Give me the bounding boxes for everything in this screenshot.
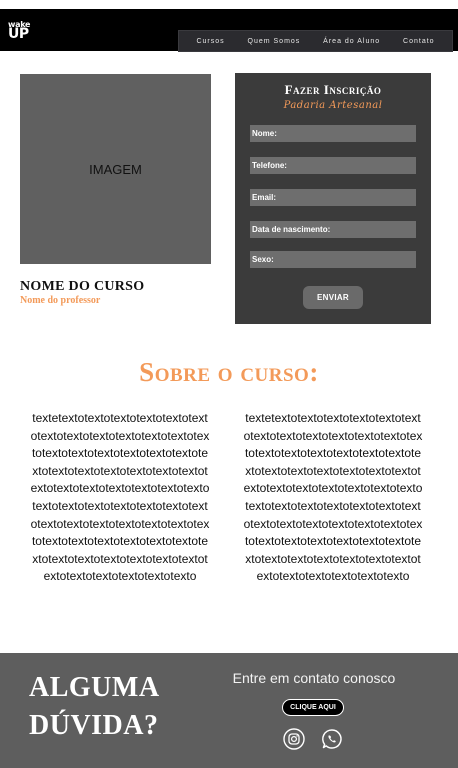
site-footer: ALGUMA DÚVIDA? Entre em contato conosco … [0, 653, 458, 768]
registration-form: Fazer Inscrição Padaria Artesanal Nome: … [235, 73, 431, 324]
site-header: wake UP Cursos Quem Somos Área do Aluno … [0, 9, 458, 52]
footer-question: ALGUMA DÚVIDA? [29, 669, 160, 745]
email-field[interactable]: Email: [250, 189, 416, 206]
phone-field[interactable]: Telefone: [250, 157, 416, 174]
logo-word-up: UP [8, 25, 29, 42]
contact-button[interactable]: CLIQUE AQUI [282, 699, 344, 716]
nav-link-contato[interactable]: Contato [403, 38, 435, 45]
main-nav: Cursos Quem Somos Área do Aluno Contato [178, 30, 453, 52]
nav-link-quem-somos[interactable]: Quem Somos [248, 38, 301, 45]
gender-field[interactable]: Sexo: [250, 251, 416, 268]
form-subtitle: Padaria Artesanal [283, 100, 383, 111]
about-title: Sobre o curso: [139, 357, 319, 387]
instagram-icon[interactable] [283, 728, 305, 750]
footer-question-line2: DÚVIDA? [29, 710, 159, 741]
form-title: Fazer Inscrição [284, 82, 382, 97]
top-strip [0, 0, 458, 9]
send-button[interactable]: ENVIAR [303, 286, 363, 309]
about-text-right: textetextotextotextotextotextotextotexto… [243, 411, 423, 584]
course-image-placeholder: IMAGEM [20, 74, 211, 264]
professor-name: Nome do professor [20, 295, 101, 306]
contact-title: Entre em contato conosco [232, 670, 396, 686]
footer-question-line1: ALGUMA [29, 672, 160, 703]
about-text-left: textetextotextotextotextotextotextotexto… [30, 411, 210, 584]
nav-link-cursos[interactable]: Cursos [196, 38, 224, 45]
image-placeholder-label: IMAGEM [89, 161, 142, 177]
name-field[interactable]: Nome: [250, 125, 416, 142]
whatsapp-icon[interactable] [321, 728, 343, 750]
nav-link-area-do-aluno[interactable]: Área do Aluno [323, 38, 380, 45]
wakeup-logo[interactable]: wake UP [8, 21, 34, 42]
birthdate-field[interactable]: Data de nascimento: [250, 221, 416, 238]
course-name: NOME DO CURSO [20, 279, 145, 294]
